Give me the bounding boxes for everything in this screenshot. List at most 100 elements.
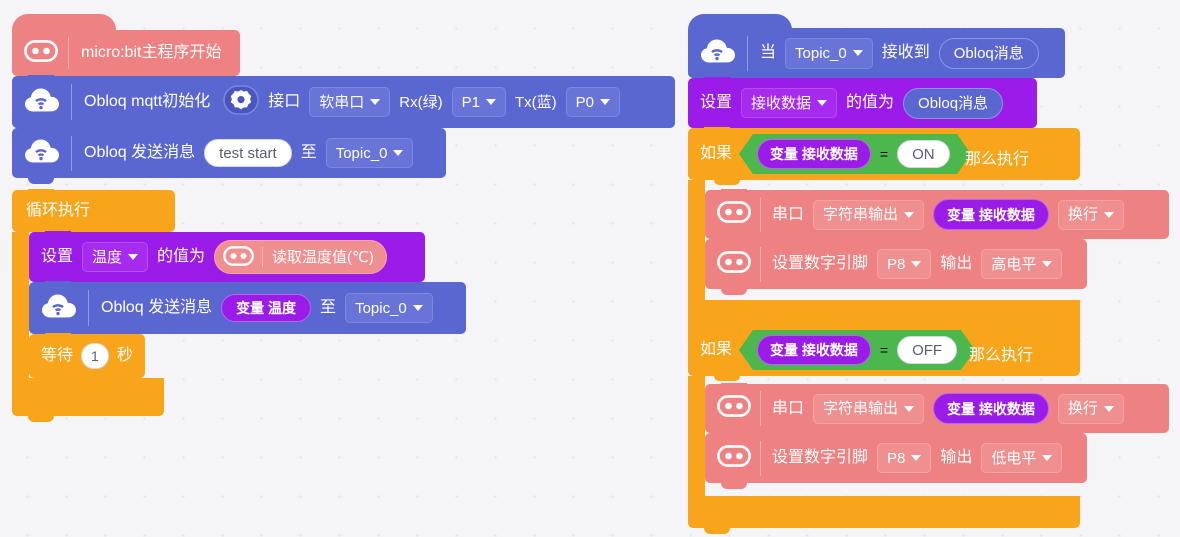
digital-write-block-on[interactable]: 设置数字引脚 P8 输出 高电平 (705, 238, 1087, 295)
workspace-canvas[interactable]: micro:bit主程序开始 Obloq mqtt初始化 接口 软串口 Rx(绿… (0, 0, 1180, 537)
serial-mode-dropdown[interactable]: 字符串输出 (813, 199, 925, 230)
if-block-bottom-off (688, 496, 1080, 534)
compare-value-input[interactable]: ON (897, 140, 950, 168)
topic-dropdown[interactable]: Topic_0 (785, 37, 873, 69)
chevron-down-icon (128, 254, 139, 260)
set-variable-temperature-block[interactable]: 设置 温度 的值为 读取温度值(℃) (29, 231, 425, 288)
forever-loop-label: 循环执行 (26, 202, 91, 219)
value-label: 的值为 (157, 248, 206, 265)
chevron-down-icon (904, 405, 915, 412)
microbit-icon (223, 245, 254, 269)
variable-received-reporter[interactable]: 变量 接收数据 (933, 199, 1049, 230)
rx-pin-dropdown[interactable]: P1 (451, 87, 506, 117)
digital-write-label: 设置数字引脚 (772, 255, 869, 272)
equals-condition-off[interactable]: 变量 接收数据 = OFF (739, 330, 975, 370)
set-variable-received-block[interactable]: 设置 接收数据 的值为 Obloq消息 (688, 77, 1037, 134)
rx-pin-value: P1 (461, 93, 480, 111)
interface-dropdown-value: 软串口 (319, 93, 365, 111)
chevron-down-icon (1103, 405, 1114, 412)
wait-label: 等待 (41, 347, 74, 364)
chevron-down-icon (393, 150, 404, 156)
gear-icon[interactable] (223, 84, 260, 120)
to-label: 至 (300, 144, 317, 161)
serial-label: 串口 (772, 205, 805, 223)
forever-loop-block[interactable]: 循环执行 (12, 189, 175, 232)
icon-divider (68, 36, 69, 70)
topic-value: Topic_0 (335, 144, 388, 162)
icon-divider (71, 135, 72, 171)
level-value: 低电平 (991, 449, 1037, 467)
interface-label: 接口 (268, 93, 301, 110)
tx-label: Tx(蓝) (514, 93, 557, 111)
variable-dropdown[interactable]: 温度 (82, 242, 149, 272)
chevron-down-icon (1103, 211, 1114, 218)
obloq-message-reporter[interactable]: Obloq消息 (903, 87, 1004, 119)
variable-dropdown[interactable]: 接收数据 (741, 88, 838, 118)
level-dropdown[interactable]: 高电平 (981, 249, 1063, 279)
wait-seconds-input[interactable]: 1 (81, 343, 109, 369)
serial-string-output-block-off[interactable]: 串口 字符串输出 变量 接收数据 换行 (705, 383, 1169, 439)
read-temperature-label: 读取温度值(℃) (272, 248, 374, 266)
if-block-inner-notch-on (714, 179, 740, 185)
icon-divider (760, 391, 761, 426)
send-message-label: Obloq 发送消息 (101, 299, 213, 316)
icon-divider (88, 289, 89, 327)
obloq-send-temperature-block[interactable]: Obloq 发送消息 变量 温度 至 Topic_0 (29, 281, 466, 340)
obloq-cloud-icon (41, 292, 79, 325)
digital-write-block-off[interactable]: 设置数字引脚 P8 输出 低电平 (705, 432, 1087, 489)
equals-operator: = (879, 146, 889, 162)
interface-dropdown[interactable]: 软串口 (309, 87, 391, 117)
microbit-on-start-block[interactable]: micro:bit主程序开始 (12, 30, 240, 82)
mqtt-init-label: Obloq mqtt初始化 (84, 93, 211, 110)
microbit-icon (717, 395, 751, 422)
serial-mode-value: 字符串输出 (823, 400, 899, 417)
hat-label: micro:bit主程序开始 (81, 44, 222, 61)
then-label-on: 那么执行 (965, 151, 1030, 168)
variable-received-reporter[interactable]: 变量 接收数据 (933, 393, 1049, 424)
level-dropdown[interactable]: 低电平 (981, 443, 1063, 473)
obloq-when-message-received-block[interactable]: 当 Topic_0 接收到 Obloq消息 (688, 28, 1065, 84)
seconds-label: 秒 (116, 347, 133, 364)
pin-dropdown[interactable]: P8 (877, 249, 932, 279)
equals-condition-on[interactable]: 变量 接收数据 = ON (739, 134, 971, 174)
wait-seconds-block[interactable]: 等待 1 秒 (29, 333, 145, 384)
message-text-input[interactable]: test start (204, 139, 292, 167)
chevron-down-icon (600, 99, 610, 105)
pin-dropdown[interactable]: P8 (877, 443, 932, 473)
newline-dropdown[interactable]: 换行 (1057, 199, 1124, 230)
compare-value-input[interactable]: OFF (897, 336, 957, 364)
if-block-spine-off (688, 376, 705, 496)
variable-received-reporter[interactable]: 变量 接收数据 (757, 139, 871, 169)
pin-value: P8 (887, 449, 906, 467)
value-label: 的值为 (846, 94, 895, 111)
serial-mode-dropdown[interactable]: 字符串输出 (813, 393, 925, 424)
variable-received-reporter[interactable]: 变量 接收数据 (757, 335, 871, 365)
topic-dropdown[interactable]: Topic_0 (345, 293, 433, 323)
obloq-send-message-start-block[interactable]: Obloq 发送消息 test start 至 Topic_0 (12, 127, 446, 184)
serial-string-output-block-on[interactable]: 串口 字符串输出 变量 接收数据 换行 (705, 189, 1169, 245)
topic-value: Topic_0 (355, 299, 407, 317)
obloq-mqtt-init-block[interactable]: Obloq mqtt初始化 接口 软串口 Rx(绿) P1 Tx(蓝) P0 (12, 75, 675, 134)
if-label: 如果 (700, 145, 733, 162)
topic-value: Topic_0 (795, 44, 847, 62)
to-label: 至 (320, 299, 337, 316)
output-label: 输出 (940, 449, 973, 466)
obloq-cloud-icon (24, 137, 62, 170)
output-label: 输出 (940, 255, 973, 272)
chevron-down-icon (852, 50, 863, 56)
level-value: 高电平 (991, 255, 1037, 273)
chevron-down-icon (817, 100, 828, 106)
topic-dropdown[interactable]: Topic_0 (325, 138, 414, 168)
newline-dropdown[interactable]: 换行 (1057, 393, 1124, 424)
if-block-spine-on (688, 180, 705, 300)
send-message-label: Obloq 发送消息 (84, 144, 196, 161)
tx-pin-value: P0 (575, 93, 594, 111)
icon-divider (262, 247, 264, 267)
tx-pin-dropdown[interactable]: P0 (565, 87, 620, 117)
chevron-down-icon (911, 455, 922, 461)
pin-value: P8 (887, 255, 906, 273)
chevron-down-icon (485, 99, 496, 105)
read-temperature-reporter[interactable]: 读取温度值(℃) (214, 240, 387, 274)
variable-temperature-reporter[interactable]: 变量 温度 (221, 294, 312, 322)
obloq-message-reporter[interactable]: Obloq消息 (938, 37, 1039, 69)
